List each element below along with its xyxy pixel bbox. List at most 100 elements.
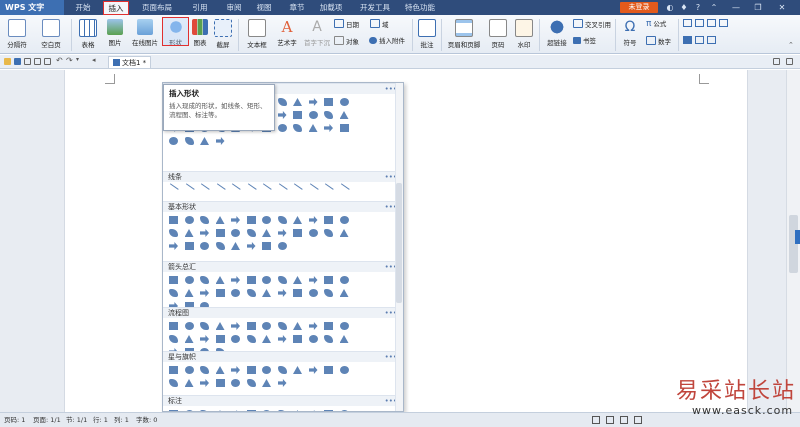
shape-option[interactable] [293,124,302,132]
screenshot-button[interactable]: 截屏 [211,19,235,53]
shape-option[interactable] [308,289,318,297]
restore-icon[interactable]: ❐ [752,0,764,15]
open-folder-icon[interactable] [4,58,11,65]
shape-option[interactable] [246,216,256,224]
table-button[interactable]: 表格 [76,19,100,53]
comment-button[interactable]: 批注 [416,19,438,53]
shape-option[interactable] [231,379,240,387]
shape-option[interactable] [200,379,209,387]
shape-option[interactable] [308,216,318,224]
export-icon[interactable] [44,58,51,65]
shape-option[interactable] [293,111,302,119]
view-mode-icon[interactable] [620,416,628,424]
panel-scroll-thumb[interactable] [396,183,402,303]
shape-option[interactable] [293,229,302,237]
shape-option[interactable] [324,98,333,106]
view-mode-icon[interactable] [606,416,614,424]
shape-option[interactable] [200,289,209,297]
shape-option[interactable] [262,276,271,284]
shapes-dropdown-panel[interactable]: 最近使用•••线条•••基本形状•••箭头总汇•••流程图•••星与旗帜•••标… [162,82,404,412]
shape-option[interactable] [246,289,256,297]
shape-option[interactable] [277,322,287,330]
collapse-icon[interactable]: ⌃ [708,0,720,15]
shape-option[interactable] [231,229,240,237]
shape-option[interactable] [277,111,287,119]
header-footer-button[interactable]: 页眉和页脚 [444,19,484,53]
object-button[interactable]: 对象 [334,36,359,46]
app-menu-button[interactable]: WPS 文字 [0,0,64,15]
menu-tab[interactable]: 开发工具 [357,0,393,15]
shape-option[interactable] [184,216,194,224]
menu-tab[interactable]: 视图 [252,0,276,15]
shape-option[interactable] [169,229,178,237]
textbox-button[interactable]: 文本框 [242,19,272,53]
shape-option[interactable] [169,289,178,297]
check-icon[interactable] [695,36,704,44]
shape-option[interactable] [169,183,179,191]
shape-option[interactable] [277,216,287,224]
shape-option[interactable] [215,322,225,330]
shape-option[interactable] [339,216,349,224]
shape-option[interactable] [169,242,178,250]
art-text-button[interactable]: A 艺术字 [273,19,301,53]
shape-option[interactable] [200,229,209,237]
minimize-icon[interactable]: — [730,0,742,15]
menu-tab[interactable]: 插入 [103,1,129,15]
grid-icon[interactable] [707,19,716,27]
shape-option[interactable] [262,289,271,297]
shape-option[interactable] [293,335,302,343]
shape-option[interactable] [231,322,240,330]
shape-option[interactable] [308,366,318,374]
shape-option[interactable] [215,289,225,297]
shape-option[interactable] [246,366,256,374]
shape-option[interactable] [246,183,257,191]
shape-option[interactable] [246,276,256,284]
shape-option[interactable] [324,124,333,132]
shape-option[interactable] [293,98,302,106]
shape-option[interactable] [231,335,240,343]
blank-page-button[interactable]: 空白页 [36,19,66,53]
shape-option[interactable] [277,98,287,106]
shape-option[interactable] [246,379,256,387]
online-picture-button[interactable]: 在线图片 [129,19,161,53]
picture-button[interactable]: 图片 [103,19,127,53]
shape-option[interactable] [200,322,209,330]
shape-option[interactable] [231,289,240,297]
shape-option[interactable] [262,216,271,224]
shape-option[interactable] [184,229,194,237]
grid-icon[interactable] [719,19,728,27]
shape-option[interactable] [184,183,195,191]
shape-option[interactable] [215,335,225,343]
shape-option[interactable] [262,229,271,237]
shape-option[interactable] [262,242,271,250]
shape-option[interactable] [308,111,318,119]
shape-option[interactable] [339,366,349,374]
number-button[interactable]: 数字 [646,36,671,46]
shape-option[interactable] [184,366,194,374]
menu-tab[interactable]: 章节 [285,0,309,15]
shape-option[interactable] [308,322,318,330]
view-mode-icon[interactable] [634,416,642,424]
shape-option[interactable] [324,183,334,191]
square-icon[interactable] [683,36,692,44]
shape-option[interactable] [246,242,256,250]
shape-option[interactable] [324,366,333,374]
cross-ref-button[interactable]: 交叉引用 [573,19,611,29]
page-break-button[interactable]: 分隔符 [4,19,30,53]
shape-option[interactable] [324,229,333,237]
redo-icon[interactable]: ↷ [66,56,73,65]
menu-tab[interactable]: 页面布局 [140,0,174,15]
shape-option[interactable] [169,137,178,145]
field-button[interactable]: 域 [370,19,389,29]
menu-tab[interactable]: 开始 [70,0,96,15]
shape-option[interactable] [184,242,194,250]
shape-option[interactable] [277,289,287,297]
skin-icon[interactable]: ◐ [664,0,676,15]
shape-option[interactable] [308,98,318,106]
close-icon[interactable]: ✕ [776,0,788,15]
bookmark-button[interactable]: 书签 [573,36,596,46]
shape-option[interactable] [324,216,333,224]
shape-option[interactable] [262,322,271,330]
view-mode-icon[interactable] [592,416,600,424]
shape-option[interactable] [262,366,271,374]
